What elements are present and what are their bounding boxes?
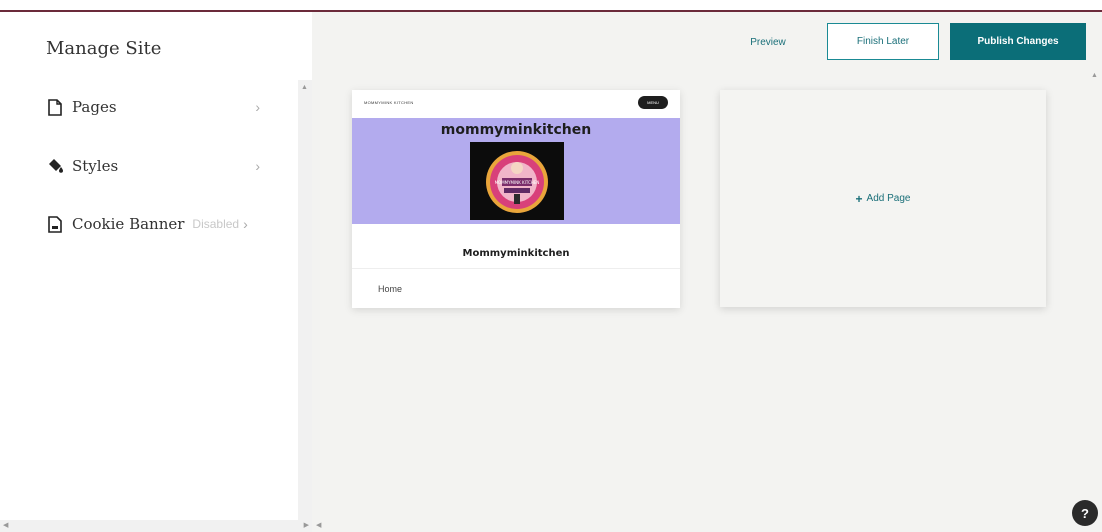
- canvas-horizontal-scrollbar[interactable]: ◀: [312, 520, 1102, 532]
- preview-site-name: Mommyminkitchen: [462, 248, 570, 259]
- canvas-scrollbar[interactable]: ▲: [1088, 68, 1102, 520]
- sidebar-item-label: Pages: [72, 98, 117, 116]
- paint-bucket-icon: [46, 157, 64, 175]
- preview-brand: MOMMYMINK KITCHEN: [364, 100, 414, 105]
- page-icon: [46, 98, 64, 116]
- scroll-right-icon[interactable]: ▶: [304, 521, 309, 529]
- divider: [352, 268, 680, 269]
- sidebar-item-cookie-banner[interactable]: Cookie Banner Disabled ›: [46, 209, 260, 239]
- chevron-right-icon: ›: [243, 216, 248, 232]
- scroll-up-icon[interactable]: ▲: [301, 84, 308, 91]
- scroll-left-icon[interactable]: ◀: [3, 521, 8, 529]
- preview-navbar: MOMMYMINK KITCHEN MENU: [352, 90, 680, 118]
- page-preview-card[interactable]: MOMMYMINK KITCHEN MENU mommyminkitchen M…: [352, 90, 680, 308]
- add-page-card[interactable]: + Add Page: [720, 90, 1046, 307]
- top-border: [0, 0, 1102, 12]
- chevron-right-icon: ›: [255, 99, 260, 115]
- sidebar-item-pages[interactable]: Pages ›: [46, 92, 260, 122]
- sidebar-item-label: Cookie Banner: [72, 215, 185, 233]
- publish-changes-button[interactable]: Publish Changes: [950, 23, 1086, 60]
- scroll-left-icon[interactable]: ◀: [316, 521, 321, 529]
- logo-text: MOMMYMINK KITCHEN: [495, 180, 540, 185]
- chevron-right-icon: ›: [255, 158, 260, 174]
- sidebar-scrollbar[interactable]: ▲ ▼: [298, 80, 312, 532]
- scroll-up-icon[interactable]: ▲: [1091, 72, 1098, 79]
- finish-later-button[interactable]: Finish Later: [827, 23, 939, 60]
- help-button[interactable]: ?: [1072, 500, 1098, 526]
- status-badge: Disabled: [192, 217, 240, 231]
- plus-icon: +: [855, 191, 863, 206]
- sidebar-title: Manage Site: [46, 38, 162, 59]
- preview-hero: mommyminkitchen MOMMYMINK KITCHEN: [352, 118, 680, 224]
- add-page-label: Add Page: [866, 193, 911, 204]
- preview-menu-button: MENU: [638, 96, 668, 109]
- sidebar: Manage Site Pages › Styles › Cookie Bann…: [0, 12, 312, 532]
- sidebar-item-label: Styles: [72, 157, 119, 175]
- sidebar-item-styles[interactable]: Styles ›: [46, 151, 260, 181]
- sidebar-horizontal-scrollbar[interactable]: ◀ ▶: [0, 520, 312, 532]
- preview-hero-title: mommyminkitchen: [440, 122, 592, 138]
- page-list-item-home[interactable]: Home: [378, 284, 402, 294]
- preview-button[interactable]: Preview: [740, 24, 796, 60]
- document-icon: [46, 215, 64, 233]
- site-logo: MOMMYMINK KITCHEN: [470, 142, 564, 220]
